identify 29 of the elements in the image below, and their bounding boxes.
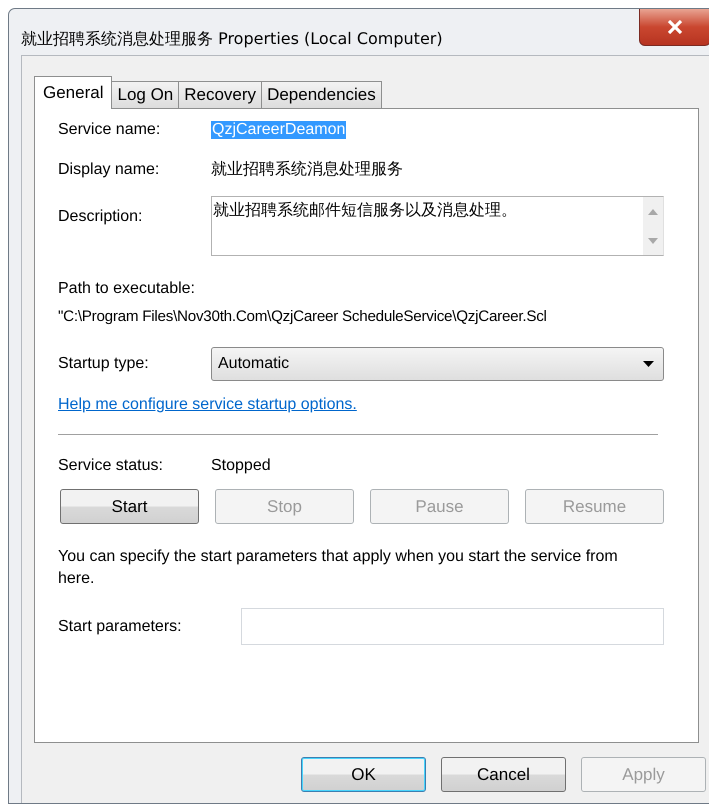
startup-type-dropdown[interactable]: Automatic — [211, 347, 664, 381]
field-label: Startup type: — [58, 355, 150, 373]
description-field[interactable]: 就业招聘系统邮件短信服务以及消息处理。 — [211, 196, 664, 256]
dropdown-caret-icon — [643, 361, 654, 367]
field-label: Path to executable: — [58, 280, 195, 298]
field-label: Description: — [58, 208, 144, 226]
tab[interactable]: Recovery — [178, 81, 262, 108]
scroll-up-icon — [648, 208, 658, 214]
close-icon — [667, 20, 683, 34]
field-label: Display name: — [58, 160, 160, 178]
scroll-down-icon — [648, 238, 658, 244]
service-status-value: Stopped — [211, 457, 271, 475]
path-value: "C:\Program Files\Nov30th.Com\QzjCareer ScheduleService\QzjCareer.Scl — [58, 308, 547, 325]
window-title: 就业招聘系统消息处理服务 Properties (Local Computer) — [20, 28, 444, 50]
dialog-button[interactable]: OK — [301, 757, 426, 792]
field-label: Service name: — [58, 121, 162, 139]
field-label: Service status: — [58, 457, 164, 475]
tab[interactable]: Log On — [111, 81, 180, 108]
hint-text: You can specify the start parameters that apply when you start the service from here. — [58, 547, 619, 589]
help-link[interactable]: Help me configure service startup options. — [58, 396, 357, 414]
scrollbar[interactable] — [643, 197, 663, 255]
tab[interactable]: Dependencies — [261, 81, 382, 108]
tab[interactable]: General — [34, 76, 112, 109]
start-parameters-field[interactable] — [241, 608, 664, 645]
dialog-button[interactable]: Cancel — [441, 757, 566, 792]
service-button[interactable]: Start — [60, 489, 199, 524]
field-label: Start parameters: — [58, 618, 183, 636]
close-button[interactable] — [639, 9, 709, 46]
display-name-value: 就业招聘系统消息处理服务 — [211, 160, 403, 180]
